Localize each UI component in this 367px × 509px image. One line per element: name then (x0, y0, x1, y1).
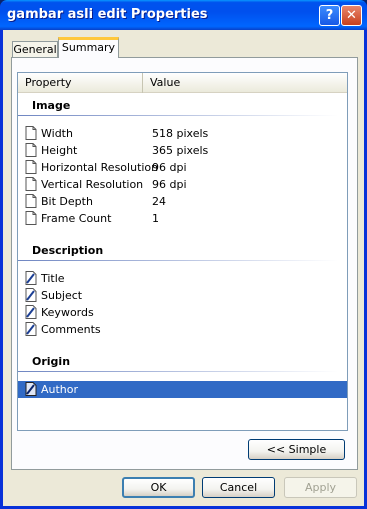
property-value: 1 (152, 212, 159, 225)
list-item-selected[interactable]: Author (18, 381, 347, 398)
list-item[interactable]: Subject (18, 287, 347, 304)
property-name: Height (41, 144, 78, 157)
list-item[interactable]: Horizontal Resolution 96 dpi (18, 159, 347, 176)
property-value: 96 dpi (152, 161, 187, 174)
list-item[interactable]: Width 518 pixels (18, 125, 347, 142)
document-icon (25, 126, 37, 140)
property-name: Vertical Resolution (41, 178, 144, 191)
group-divider (18, 260, 338, 261)
title-bar[interactable]: gambar asli edit Properties ? ✕ (0, 0, 367, 30)
list-item[interactable]: Height 365 pixels (18, 142, 347, 159)
tab-general[interactable]: General (12, 41, 58, 57)
document-icon (25, 194, 37, 208)
window-title: gambar asli edit Properties (7, 7, 208, 22)
list-item[interactable]: Bit Depth 24 (18, 193, 347, 210)
property-value: 24 (152, 195, 166, 208)
property-name: Title (41, 272, 65, 285)
property-name: Horizontal Resolution (41, 161, 159, 174)
column-header-property[interactable]: Property (18, 73, 143, 93)
close-button[interactable]: ✕ (341, 5, 362, 26)
apply-button[interactable]: Apply (284, 477, 357, 498)
group-header-description: Description (32, 244, 104, 257)
property-name: Frame Count (41, 212, 112, 225)
property-name: Subject (41, 289, 83, 302)
help-button[interactable]: ? (319, 5, 340, 26)
column-header-value[interactable]: Value (143, 73, 347, 93)
edit-document-icon (25, 305, 37, 319)
document-icon (25, 177, 37, 191)
list-item[interactable]: Title (18, 270, 347, 287)
ok-button[interactable]: OK (122, 477, 195, 498)
property-name: Bit Depth (41, 195, 93, 208)
list-item[interactable]: Frame Count 1 (18, 210, 347, 227)
property-name: Width (41, 127, 73, 140)
group-divider (18, 115, 338, 116)
properties-window: gambar asli edit Properties ? ✕ General … (0, 0, 367, 509)
property-value: 96 dpi (152, 178, 187, 191)
list-header: Property Value (18, 73, 347, 93)
property-value: 365 pixels (152, 144, 209, 157)
document-icon (25, 160, 37, 174)
group-header-origin: Origin (32, 355, 71, 368)
cancel-button[interactable]: Cancel (202, 477, 275, 498)
list-item[interactable]: Vertical Resolution 96 dpi (18, 176, 347, 193)
edit-document-icon (25, 271, 37, 285)
list-item[interactable]: Keywords (18, 304, 347, 321)
edit-document-icon (25, 382, 37, 396)
list-item[interactable]: Comments (18, 321, 347, 338)
property-value: 518 pixels (152, 127, 209, 140)
dialog-body: General Summary Property Value Image Wid… (3, 30, 364, 506)
simple-view-button[interactable]: << Simple (248, 439, 345, 460)
tab-summary[interactable]: Summary (58, 37, 119, 58)
property-name: Keywords (41, 306, 94, 319)
document-icon (25, 143, 37, 157)
property-name: Author (41, 383, 79, 396)
edit-document-icon (25, 322, 37, 336)
property-name: Comments (41, 323, 101, 336)
group-header-image: Image (32, 99, 71, 112)
document-icon (25, 211, 37, 225)
edit-document-icon (25, 288, 37, 302)
group-divider (18, 371, 338, 372)
properties-list[interactable]: Property Value Image Width 518 pixels He… (17, 72, 348, 431)
